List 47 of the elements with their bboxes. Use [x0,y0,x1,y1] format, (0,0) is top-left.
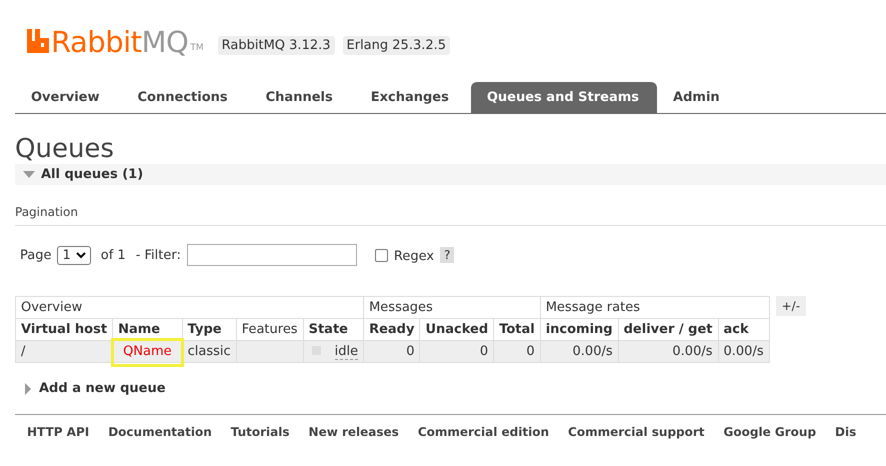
footer-link[interactable]: Commercial edition [418,425,550,439]
table-cell: 0 [526,344,535,359]
footer-link[interactable]: Commercial support [568,425,705,439]
help-button[interactable]: ? [440,247,454,263]
table-cell: 0.00/s [724,344,764,359]
section-header[interactable]: Add a new queue [15,381,886,396]
nav-tab[interactable]: Channels [246,82,351,113]
nav-tab[interactable]: Admin [657,82,738,113]
filter-field[interactable] [186,244,357,266]
column-group-header: Overview [16,296,364,318]
footer-link[interactable]: New releases [308,425,399,439]
pagination-heading: Pagination [15,205,886,226]
footer-link[interactable]: Documentation [108,425,212,439]
logo-text: RabbitMQ [51,26,188,58]
page-label: Page [20,248,52,262]
toggle-columns-button[interactable]: +/- [776,296,806,316]
filter-label: - Filter: [136,248,181,262]
footer-link[interactable]: HTTP API [27,425,90,439]
page-title: Queues [15,134,115,164]
table-cell: 0 [406,344,414,359]
chevron-icon [76,252,86,258]
table-cell: / [21,344,26,359]
table-cell: 0.00/s [572,344,613,359]
table-cell: 0 [480,344,488,359]
version-badge: Erlang 25.3.2.5 [342,36,450,55]
rabbit-logo-icon [27,29,49,53]
table-cell: 0.00/s [672,344,712,359]
nav-tab[interactable]: Connections [118,82,246,113]
regex-label: Regex [394,248,434,264]
trademark-text: TM [190,43,204,53]
footer-link[interactable]: Google Group [724,425,816,439]
section-header[interactable]: All queues (1) [15,164,886,185]
column-group-header: Message rates [540,296,770,318]
table-cell: classic [188,344,231,359]
triangle-icon [25,382,31,394]
regex-checkbox[interactable] [374,248,388,262]
footer-link[interactable]: Dis [835,425,856,439]
nav-tab[interactable]: Overview [15,82,118,113]
nav-tab[interactable]: Queues and Streams [470,82,658,113]
footer-link[interactable]: Tutorials [230,425,290,439]
nav-tab[interactable]: Exchanges [350,82,467,113]
version-badge: RabbitMQ 3.12.3 [218,36,335,55]
page-count-text: of 1 [100,248,126,262]
column-group-header: Messages [364,296,540,318]
page-select[interactable]: 1 [57,246,91,264]
triangle-icon [23,171,35,178]
state-text: idle [334,344,358,360]
